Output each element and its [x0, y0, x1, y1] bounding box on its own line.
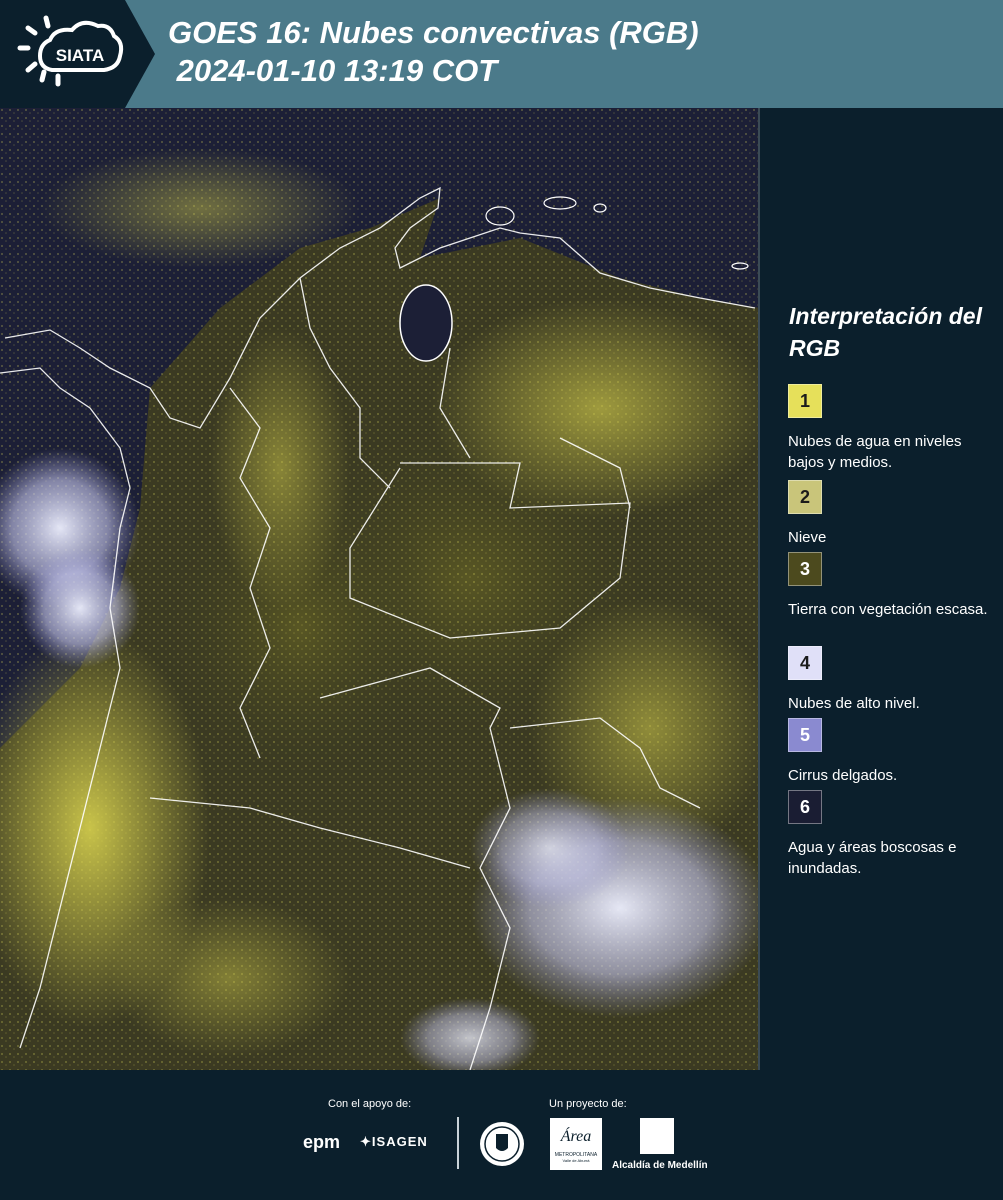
- footer: Con el apoyo de: Un proyecto de: epm ✦IS…: [0, 1070, 1003, 1200]
- legend-swatch-1: 1: [788, 384, 822, 418]
- legend-title: Interpretación del RGB: [789, 303, 982, 361]
- area-metropolitana-sub2: Valle de Aburrá: [562, 1158, 590, 1163]
- page-title: GOES 16: Nubes convectivas (RGB) 2024-01…: [168, 14, 699, 90]
- isagen-logo-icon: ✦: [360, 1134, 372, 1149]
- legend-swatch-3: 3: [788, 552, 822, 586]
- support-label: Con el apoyo de:: [328, 1098, 412, 1110]
- area-metropolitana-logo[interactable]: Área METROPOLITANA Valle de Aburrá: [550, 1118, 602, 1170]
- svg-text:SIATA: SIATA: [56, 46, 104, 65]
- legend-item-6: 6 Agua y áreas boscosas e inundadas.: [788, 790, 998, 879]
- alcaldia-label[interactable]: Alcaldía de Medellín: [612, 1160, 708, 1171]
- legend-item-5: 5 Cirrus delgados.: [788, 718, 998, 786]
- legend-label-6: Agua y áreas boscosas e inundadas.: [788, 839, 957, 877]
- legend-label-1: Nubes de agua en niveles bajos y medios.: [788, 433, 962, 471]
- alcaldia-shield-icon: [640, 1118, 674, 1154]
- legend-swatch-5: 5: [788, 718, 822, 752]
- siata-logo-icon: SIATA: [0, 0, 155, 108]
- legend-item-1: 1 Nubes de agua en niveles bajos y medio…: [788, 384, 998, 473]
- legend-label-3: Tierra con vegetación escasa.: [788, 601, 988, 618]
- legend-label-2: Nieve: [788, 529, 827, 546]
- epm-logo-text: epm: [303, 1132, 341, 1152]
- medellin-seal-logo[interactable]: [478, 1120, 526, 1173]
- isagen-logo-text: ISAGEN: [371, 1134, 428, 1149]
- legend-item-4: 4 Nubes de alto nivel.: [788, 646, 998, 714]
- satellite-map[interactable]: [0, 108, 760, 1070]
- legend-label-5: Cirrus delgados.: [788, 767, 898, 784]
- title-line-2: 2024-01-10 13:19 COT: [168, 53, 498, 88]
- isagen-logo[interactable]: ✦ISAGEN: [360, 1134, 428, 1150]
- legend-item-3: 3 Tierra con vegetación escasa.: [788, 552, 998, 620]
- siata-logo[interactable]: SIATA: [0, 0, 155, 108]
- project-label: Un proyecto de:: [549, 1098, 627, 1110]
- epm-logo[interactable]: epm: [303, 1132, 340, 1153]
- title-line-1: GOES 16: Nubes convectivas (RGB): [168, 15, 699, 50]
- legend-panel: Interpretación del RGB 1 Nubes de agua e…: [760, 108, 1003, 1070]
- legend-label-4: Nubes de alto nivel.: [788, 695, 920, 712]
- header-bar: SIATA GOES 16: Nubes convectivas (RGB) 2…: [0, 0, 1003, 108]
- legend-swatch-4: 4: [788, 646, 822, 680]
- satellite-image: [0, 108, 760, 1070]
- area-metropolitana-text: Área: [560, 1128, 592, 1145]
- legend-swatch-6: 6: [788, 790, 822, 824]
- legend-swatch-2: 2: [788, 480, 822, 514]
- medellin-seal-icon: [480, 1122, 524, 1166]
- legend-item-2: 2 Nieve: [788, 480, 998, 548]
- footer-separator: [457, 1117, 459, 1169]
